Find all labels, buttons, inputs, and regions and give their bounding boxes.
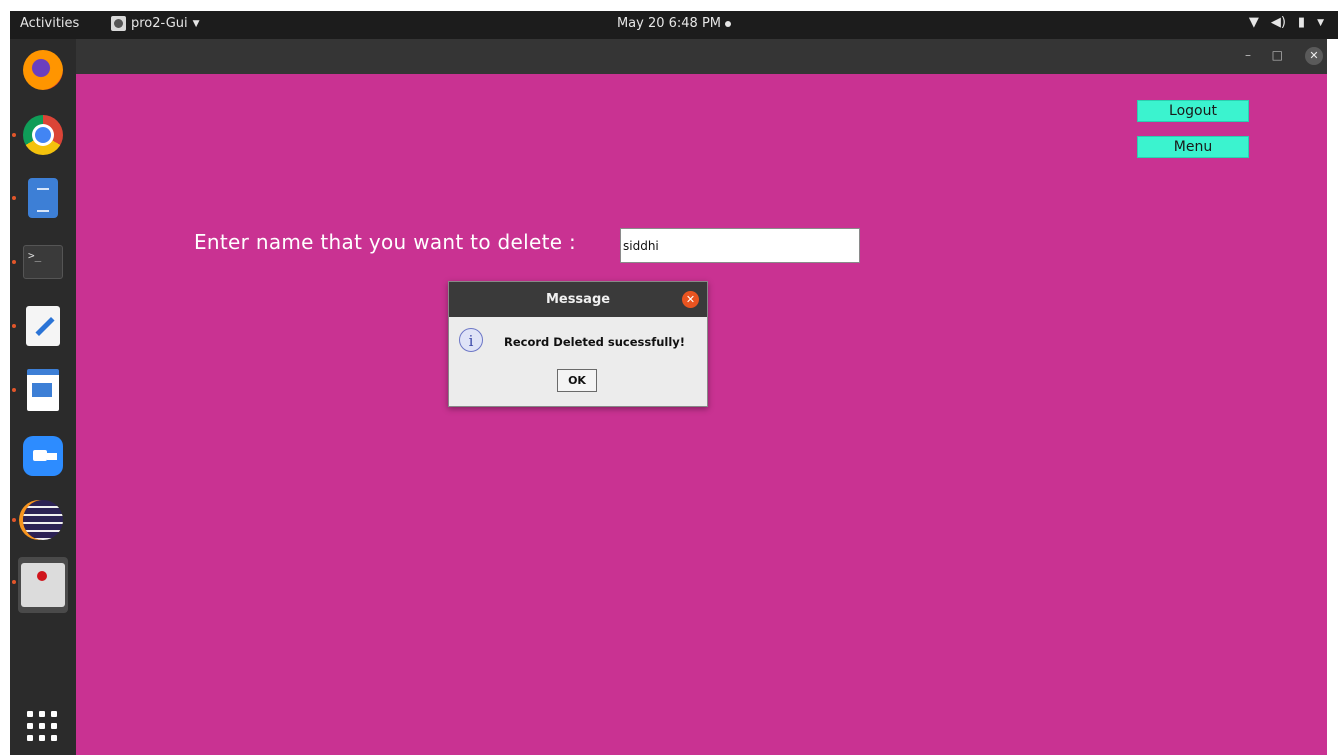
text-editor-icon bbox=[26, 306, 60, 346]
volume-icon: ◀︎) bbox=[1270, 15, 1286, 30]
running-indicator bbox=[12, 580, 16, 584]
notification-dot-icon bbox=[725, 20, 732, 27]
window-titlebar: – □ ✕ bbox=[76, 39, 1327, 74]
dock-item-text-editor[interactable] bbox=[12, 301, 68, 351]
dock: >_ bbox=[10, 39, 76, 755]
wifi-icon: ▼ bbox=[1248, 15, 1259, 30]
info-icon: i bbox=[459, 328, 483, 352]
delete-name-prompt: Enter name that you want to delete : bbox=[194, 230, 577, 254]
name-input[interactable] bbox=[620, 228, 860, 263]
dock-item-writer[interactable] bbox=[12, 365, 68, 415]
message-dialog: Message ✕ i Record Deleted sucessfully! … bbox=[448, 281, 708, 407]
running-indicator bbox=[12, 388, 16, 392]
running-indicator bbox=[12, 133, 16, 137]
system-tray[interactable]: ▼ ◀︎) ▮ ▼ bbox=[1249, 15, 1324, 30]
files-icon bbox=[28, 178, 58, 218]
show-applications-button[interactable] bbox=[18, 702, 68, 752]
dock-item-files[interactable] bbox=[12, 173, 68, 223]
firefox-icon bbox=[23, 50, 63, 90]
top-bar: Activities pro2-Gui ▼ May 20 6:48 PM ▼ ◀… bbox=[10, 11, 1338, 39]
libreoffice-writer-icon bbox=[27, 369, 59, 411]
dialog-title: Message bbox=[545, 292, 611, 307]
eclipse-icon bbox=[23, 500, 63, 540]
dock-item-firefox[interactable] bbox=[18, 45, 68, 95]
window-close-button[interactable]: ✕ bbox=[1305, 47, 1323, 65]
running-indicator bbox=[12, 196, 16, 200]
running-indicator bbox=[12, 518, 16, 522]
minimize-button[interactable]: – bbox=[1245, 48, 1251, 62]
dialog-message: Record Deleted sucessfully! bbox=[504, 335, 686, 349]
show-applications-icon bbox=[27, 711, 59, 743]
maximize-button[interactable]: □ bbox=[1272, 48, 1283, 62]
running-indicator bbox=[12, 260, 16, 264]
dock-item-terminal[interactable]: >_ bbox=[12, 237, 68, 287]
chrome-icon bbox=[23, 115, 63, 155]
battery-icon: ▮ bbox=[1297, 15, 1306, 30]
dock-item-zoom[interactable] bbox=[18, 431, 68, 481]
terminal-icon: >_ bbox=[23, 245, 63, 279]
ok-button[interactable]: OK bbox=[557, 369, 597, 392]
menu-button[interactable]: Menu bbox=[1137, 136, 1249, 158]
clock[interactable]: May 20 6:48 PM bbox=[10, 16, 1338, 31]
clock-label: May 20 6:48 PM bbox=[616, 16, 722, 31]
running-indicator bbox=[12, 324, 16, 328]
dock-item-chrome[interactable] bbox=[12, 110, 68, 160]
zoom-icon bbox=[23, 436, 63, 476]
dock-item-eclipse[interactable] bbox=[12, 495, 68, 545]
app-content: Logout Menu Enter name that you want to … bbox=[76, 74, 1327, 755]
dialog-close-button[interactable]: ✕ bbox=[682, 291, 699, 308]
dialog-titlebar: Message ✕ bbox=[449, 282, 707, 317]
java-app-icon bbox=[21, 563, 65, 607]
chevron-down-icon: ▼ bbox=[1317, 17, 1324, 28]
dock-item-java-app[interactable] bbox=[12, 557, 68, 613]
logout-button[interactable]: Logout bbox=[1137, 100, 1249, 122]
